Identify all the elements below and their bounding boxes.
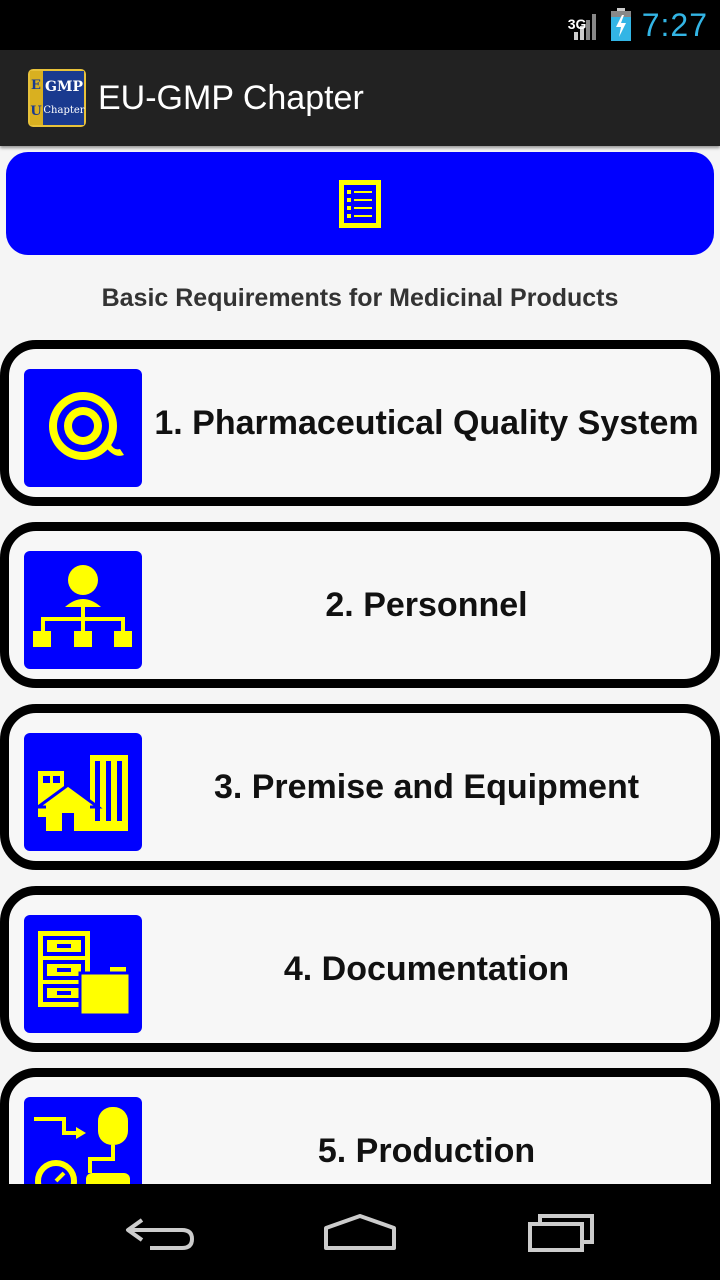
- back-icon[interactable]: [120, 1212, 200, 1252]
- network-type: 3G: [567, 16, 587, 32]
- production-icon: [24, 1097, 142, 1184]
- svg-text:U: U: [30, 104, 42, 119]
- section-subtitle: Basic Requirements for Medicinal Product…: [101, 284, 619, 312]
- navigation-bar: [0, 1184, 720, 1280]
- list-icon: [339, 179, 381, 228]
- org-chart-icon: [24, 551, 142, 669]
- home-icon[interactable]: [320, 1212, 400, 1252]
- chapter-item-2[interactable]: 2. Personnel: [0, 522, 720, 688]
- chapter-item-1[interactable]: 1. Pharmaceutical Quality System: [0, 340, 720, 506]
- chapter-label: 5. Production: [317, 1131, 536, 1170]
- app-logo[interactable]: E U GMP Chapter: [28, 69, 86, 127]
- clock: 7:27: [641, 6, 708, 43]
- file-cabinet-icon: [24, 915, 142, 1033]
- quality-icon: [24, 369, 142, 487]
- chapter-item-4[interactable]: 4. Documentation: [0, 886, 720, 1052]
- status-bar: 3G 7:27: [0, 0, 720, 50]
- chapter-label: 4. Documentation: [283, 949, 570, 988]
- svg-text:Chapter: Chapter: [43, 105, 84, 116]
- svg-text:GMP: GMP: [45, 79, 83, 95]
- building-icon: [24, 733, 142, 851]
- svg-text:E: E: [31, 78, 41, 93]
- table-of-contents-button[interactable]: [6, 152, 714, 255]
- chapter-label: 3. Premise and Equipment: [213, 767, 640, 806]
- battery-charging-icon: [610, 8, 631, 41]
- action-bar: E U GMP Chapter EU-GMP Chapter: [0, 50, 720, 146]
- recent-apps-icon[interactable]: [520, 1212, 600, 1252]
- chapter-item-5[interactable]: 5. Production: [0, 1068, 720, 1184]
- chapter-item-3[interactable]: 3. Premise and Equipment: [0, 704, 720, 870]
- chapter-label: 1. Pharmaceutical Quality System: [154, 403, 699, 442]
- main-content[interactable]: Basic Requirements for Medicinal Product…: [0, 146, 720, 1184]
- status-icons: 3G 7:27: [567, 0, 708, 50]
- signal-icon: 3G: [567, 8, 600, 42]
- chapter-label: 2. Personnel: [325, 585, 528, 624]
- app-title: EU-GMP Chapter: [98, 79, 364, 117]
